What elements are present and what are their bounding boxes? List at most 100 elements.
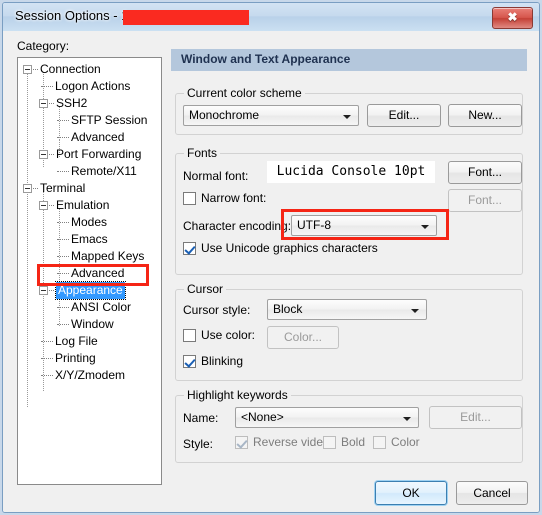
tree-connector (57, 238, 69, 241)
sidebar-item-logon-actions[interactable]: Logon Actions (39, 78, 130, 95)
sidebar-item-label: X/Y/Zmodem (55, 368, 126, 382)
tree-connector (57, 272, 69, 275)
narrow-font-checkbox[interactable] (183, 192, 196, 205)
sidebar-item-label: Port Forwarding (56, 147, 142, 161)
sidebar-item-label: ANSI Color (71, 300, 132, 314)
normal-font-button[interactable]: Font... (448, 161, 522, 184)
cursor-style-dropdown[interactable]: Block (267, 299, 427, 320)
tree-connector (49, 153, 54, 156)
window-title: Session Options - 1 (15, 8, 129, 23)
highlight-edit-button: Edit... (429, 406, 522, 429)
cursor-style-value: Block (273, 302, 303, 316)
color-scheme-value: Monochrome (189, 108, 260, 122)
sidebar-item-modes[interactable]: Modes (55, 214, 107, 231)
sidebar-item-printing[interactable]: Printing (39, 350, 96, 367)
sidebar-item-appearance[interactable]: Appearance (39, 281, 126, 300)
chevron-down-icon (421, 225, 429, 229)
pane-header-title: Window and Text Appearance (181, 52, 351, 66)
cursor-color-button: Color... (267, 326, 339, 349)
bold-label: Bold (341, 435, 366, 449)
tree-connector (41, 85, 53, 88)
tree-connector (41, 340, 53, 343)
color-scheme-edit-button[interactable]: Edit... (367, 104, 441, 127)
sidebar-item-label: Advanced (71, 266, 125, 280)
sidebar-item-mapped-keys[interactable]: Mapped Keys (55, 248, 144, 265)
sidebar-item-emacs[interactable]: Emacs (55, 231, 108, 248)
sidebar-item-sftp-session[interactable]: SFTP Session (55, 112, 147, 129)
close-icon: ✖ (507, 10, 518, 24)
sidebar-item-port-forwarding[interactable]: Port Forwarding (39, 146, 141, 163)
tree-collapse-icon[interactable] (23, 184, 32, 194)
sidebar-item-label: Appearance (55, 281, 126, 300)
cursor-group-title: Cursor (184, 282, 227, 296)
sidebar-item-label: Log File (55, 334, 98, 348)
dialog-client-area: Category: Connection Logon Actions SSH2 SFT… (3, 31, 539, 512)
sidebar-item-label: Remote/X11 (71, 164, 137, 178)
blinking-label: Blinking (201, 354, 244, 368)
close-button[interactable]: ✖ (492, 7, 533, 29)
tree-connector (57, 170, 69, 173)
highlight-name-dropdown[interactable]: <None> (235, 407, 419, 428)
reverse-video-checkbox (235, 436, 248, 449)
sidebar-item-label: Modes (71, 215, 108, 229)
sidebar-item-advanced[interactable]: Advanced (55, 129, 124, 146)
cursor-style-label: Cursor style: (183, 303, 251, 317)
color-scheme-new-button[interactable]: New... (448, 104, 522, 127)
character-encoding-value: UTF-8 (297, 218, 331, 232)
narrow-font-button: Font... (448, 189, 522, 212)
color-scheme-dropdown[interactable]: Monochrome (183, 105, 359, 126)
tree-collapse-icon[interactable] (23, 65, 32, 75)
bold-checkbox (323, 436, 336, 449)
tree-connector (57, 306, 69, 309)
use-color-checkbox[interactable] (183, 329, 196, 342)
sidebar-item-ansi-color[interactable]: ANSI Color (55, 299, 131, 316)
sidebar-item-advanced[interactable]: Advanced (55, 265, 124, 282)
tree-connector (41, 357, 53, 360)
unicode-graphics-checkbox[interactable] (183, 242, 196, 255)
sidebar-item-label: Emulation (56, 198, 110, 212)
tree-connector (57, 323, 69, 326)
ok-button[interactable]: OK (375, 481, 447, 505)
sidebar-item-terminal[interactable]: Terminal (23, 180, 85, 197)
normal-font-value: Lucida Console 10pt (267, 161, 435, 183)
tree-connector (57, 255, 69, 258)
sidebar-item-log-file[interactable]: Log File (39, 333, 98, 350)
tree-guide-root (27, 72, 28, 407)
sidebar-item-window[interactable]: Window (55, 316, 114, 333)
tree-collapse-icon[interactable] (39, 150, 48, 160)
chevron-down-icon (343, 115, 351, 119)
tree-connector (57, 136, 69, 139)
tree-collapse-icon[interactable] (39, 286, 48, 296)
sidebar-item-ssh2[interactable]: SSH2 (39, 95, 87, 112)
tree-connector (49, 204, 54, 207)
sidebar-item-emulation[interactable]: Emulation (39, 197, 109, 214)
tree-collapse-icon[interactable] (39, 201, 48, 211)
tree-connector (57, 221, 69, 224)
sidebar-item-label: Logon Actions (55, 79, 131, 93)
color-label: Color (391, 435, 420, 449)
character-encoding-dropdown[interactable]: UTF-8 (291, 215, 437, 236)
cancel-button[interactable]: Cancel (456, 481, 528, 505)
category-tree[interactable]: Connection Logon Actions SSH2 SFTP Session A… (17, 57, 162, 485)
session-options-dialog: Session Options - 1 ✖ Category: Connecti… (0, 0, 542, 515)
tree-connector (49, 289, 54, 292)
highlight-keywords-group-title: Highlight keywords (184, 388, 291, 402)
chevron-down-icon (411, 309, 419, 313)
narrow-font-label: Narrow font: (201, 191, 267, 205)
window-frame: Session Options - 1 ✖ Category: Connecti… (2, 2, 540, 513)
title-bar: Session Options - 1 ✖ (3, 3, 539, 32)
sidebar-item-label: Emacs (71, 232, 108, 246)
sidebar-item-label: SFTP Session (71, 113, 148, 127)
unicode-graphics-label: Use Unicode graphics characters (201, 241, 378, 255)
pane-header: Window and Text Appearance (171, 49, 527, 71)
use-color-label: Use color: (201, 328, 256, 342)
blinking-checkbox[interactable] (183, 355, 196, 368)
sidebar-item-x-y-zmodem[interactable]: X/Y/Zmodem (39, 367, 125, 384)
tree-connector (41, 374, 53, 377)
sidebar-item-remote-x11[interactable]: Remote/X11 (55, 163, 137, 180)
tree-collapse-icon[interactable] (39, 99, 48, 109)
normal-font-label: Normal font: (183, 169, 249, 183)
sidebar-item-connection[interactable]: Connection (23, 61, 101, 78)
sidebar-item-label: Printing (55, 351, 96, 365)
fonts-group-title: Fonts (184, 146, 221, 160)
